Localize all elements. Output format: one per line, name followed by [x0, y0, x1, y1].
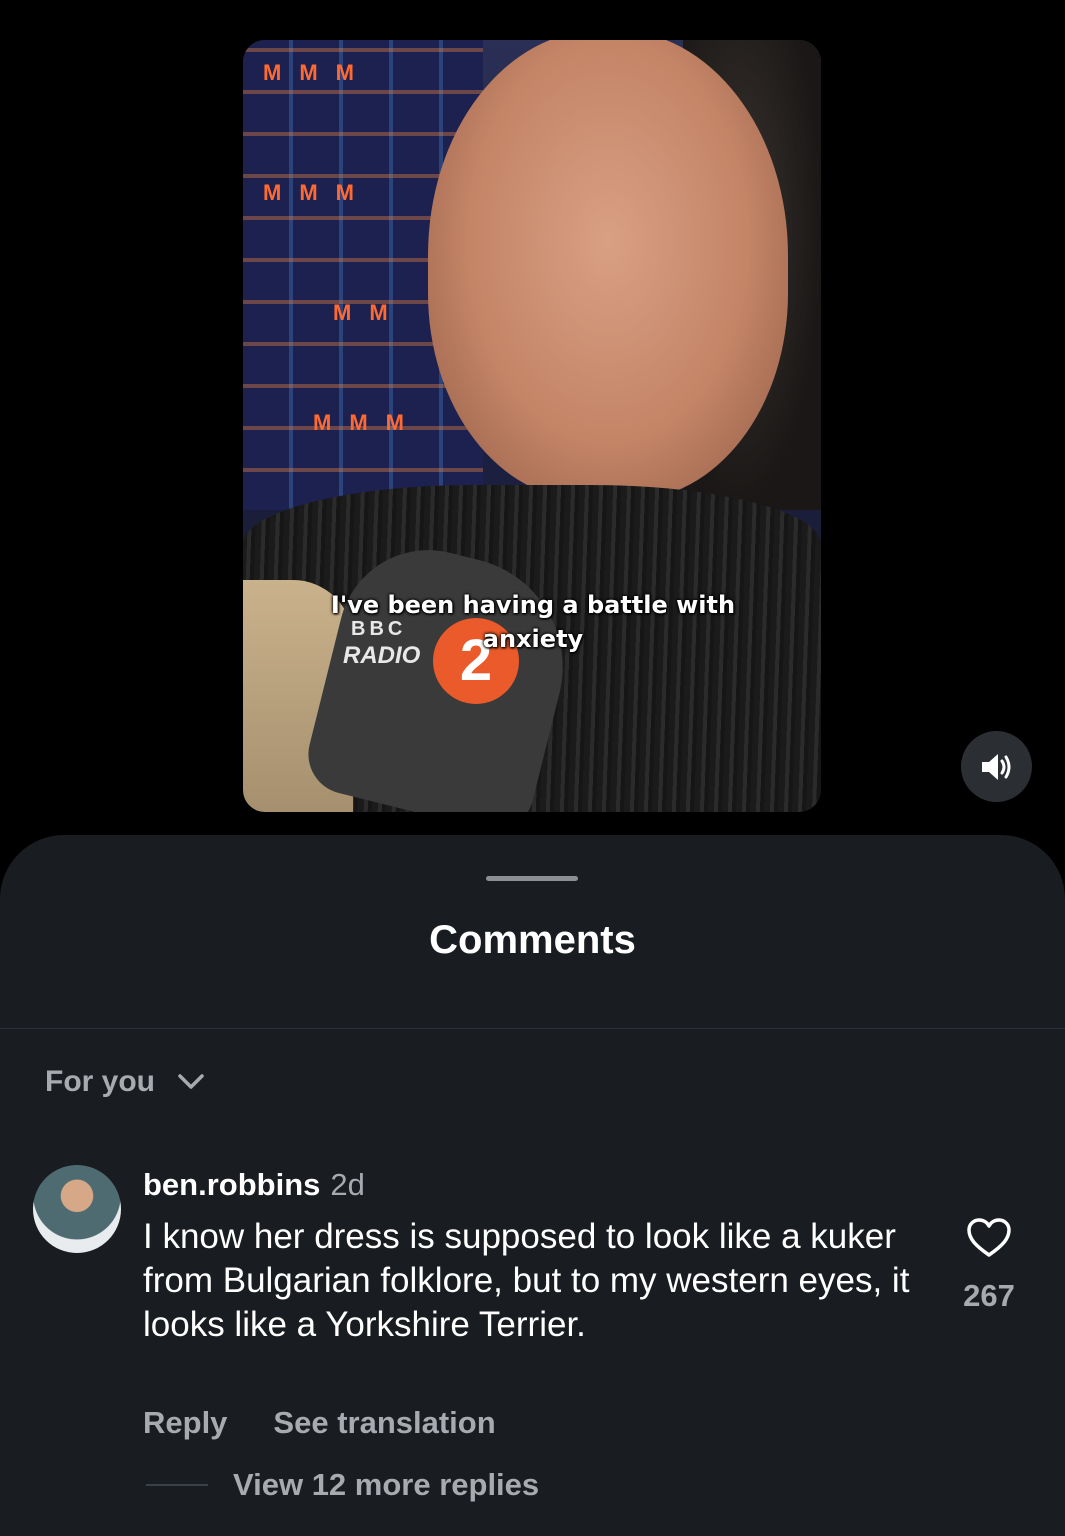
sheet-drag-handle[interactable] [486, 876, 578, 881]
backdrop-logo: MMM [313, 410, 422, 435]
backdrop-logo: MMM [263, 180, 372, 205]
avatar[interactable] [33, 1165, 121, 1253]
sort-label: For you [45, 1065, 155, 1098]
comment-header: ben.robbins 2d [143, 1165, 365, 1205]
sort-dropdown[interactable]: For you [45, 1065, 205, 1099]
replies-divider-line [146, 1484, 208, 1486]
video-player[interactable]: MMM MMM MM MMM BBC RADIO 2 I've been hav… [243, 40, 821, 812]
face [428, 40, 788, 500]
view-replies-label: View 12 more replies [233, 1467, 540, 1502]
comment-actions: Reply See translation [143, 1405, 496, 1441]
video-caption: I've been having a battle with anxiety [330, 591, 736, 653]
username[interactable]: ben.robbins [143, 1167, 320, 1202]
comment-text: I know her dress is supposed to look lik… [143, 1217, 910, 1344]
divider [0, 1028, 1065, 1029]
app-screen: MMM MMM MM MMM BBC RADIO 2 I've been hav… [0, 0, 1065, 1536]
sheet-title: Comments [429, 918, 636, 962]
reply-button[interactable]: Reply [143, 1405, 227, 1441]
view-replies-button[interactable]: View 12 more replies [146, 1467, 539, 1503]
backdrop-logo: MMM [263, 60, 372, 85]
heart-icon[interactable] [966, 1217, 1012, 1259]
speaker-volume-icon [981, 753, 1010, 780]
comments-sheet: Comments For you ben.robbins 2d I know he… [0, 835, 1065, 1536]
like-count: 267 [963, 1278, 1015, 1313]
like-control[interactable]: 267 [950, 1217, 1028, 1314]
see-translation-button[interactable]: See translation [273, 1405, 495, 1441]
sound-toggle-button[interactable] [961, 731, 1032, 802]
backdrop-logo: MM [333, 300, 406, 325]
comment-time: 2d [330, 1167, 365, 1202]
chevron-down-icon [178, 1074, 204, 1089]
